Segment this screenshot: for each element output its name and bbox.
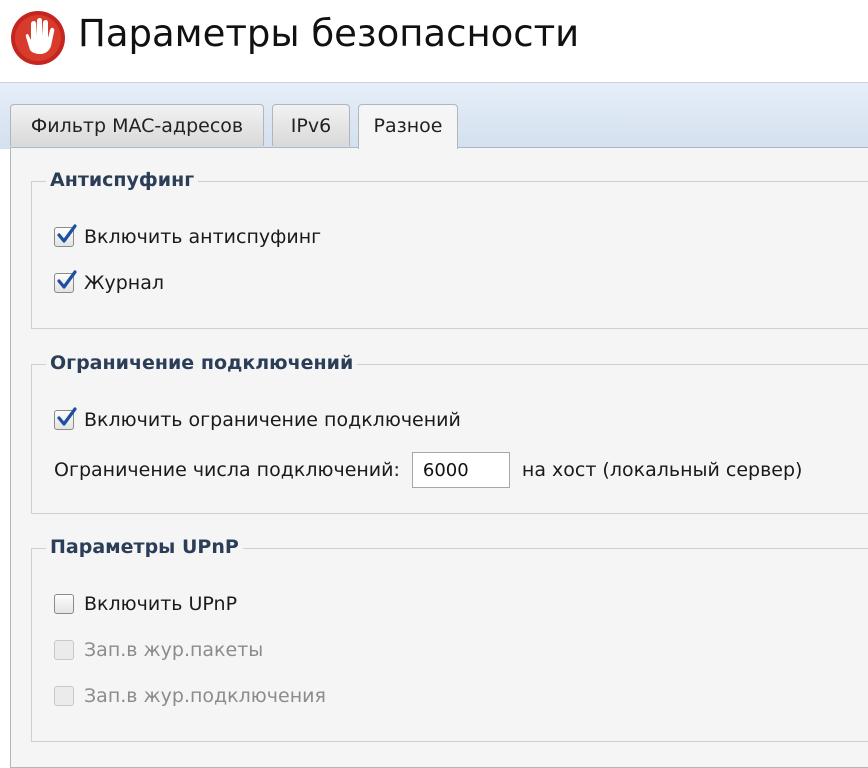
tab-panel-misc: Антиспуфинг Включить антиспуфинг Журнал … (10, 147, 868, 768)
antispoofing-log-row: Журнал (54, 270, 164, 296)
antispoofing-log-checkbox[interactable] (54, 270, 77, 293)
upnp-legend: Параметры UPnP (46, 536, 243, 558)
connection-limit-label: Ограничение числа подключений: (54, 459, 400, 481)
checkmark-icon (57, 407, 77, 426)
antispoofing-group: Антиспуфинг Включить антиспуфинг Журнал (31, 169, 868, 329)
stop-hand-icon (11, 11, 65, 65)
tab-ipv6[interactable]: IPv6 (272, 104, 350, 146)
tab-mac-filter[interactable]: Фильтр MAC-адресов (10, 104, 264, 146)
connection-limit-input[interactable] (411, 452, 510, 488)
antispoofing-enable-label: Включить антиспуфинг (84, 226, 322, 248)
upnp-log-packets-label: Зап.в жур.пакеты (84, 639, 264, 661)
upnp-group: Параметры UPnP Включить UPnP Зап.в жур.п… (31, 536, 868, 742)
connection-limit-suffix: на хост (локальный сервер) (521, 459, 803, 481)
connection-limit-group: Ограничение подключений Включить огранич… (31, 352, 868, 514)
antispoofing-legend: Антиспуфинг (46, 169, 199, 191)
upnp-enable-checkbox[interactable] (54, 594, 74, 614)
page-title: Параметры безопасности (78, 12, 580, 55)
upnp-enable-row: Включить UPnP (54, 591, 237, 617)
header: Параметры безопасности (0, 0, 868, 82)
connection-limit-enable-checkbox[interactable] (54, 407, 77, 430)
connection-limit-value-row: Ограничение числа подключений: на хост (… (54, 451, 802, 489)
upnp-enable-label: Включить UPnP (84, 593, 238, 615)
antispoofing-log-label: Журнал (84, 272, 164, 294)
upnp-log-connections-checkbox (54, 686, 74, 706)
upnp-log-connections-label: Зап.в жур.подключения (84, 685, 326, 707)
checkmark-icon (57, 270, 77, 289)
antispoofing-enable-checkbox[interactable] (54, 224, 77, 247)
connection-limit-enable-label: Включить ограничение подключений (84, 409, 461, 431)
antispoofing-enable-row: Включить антиспуфинг (54, 224, 321, 250)
upnp-log-connections-row: Зап.в жур.подключения (54, 683, 326, 709)
upnp-log-packets-row: Зап.в жур.пакеты (54, 637, 263, 663)
connection-limit-enable-row: Включить ограничение подключений (54, 407, 461, 433)
connection-limit-legend: Ограничение подключений (46, 352, 358, 374)
upnp-log-packets-checkbox (54, 640, 74, 660)
checkmark-icon (57, 224, 77, 243)
tab-misc[interactable]: Разное (358, 104, 458, 149)
